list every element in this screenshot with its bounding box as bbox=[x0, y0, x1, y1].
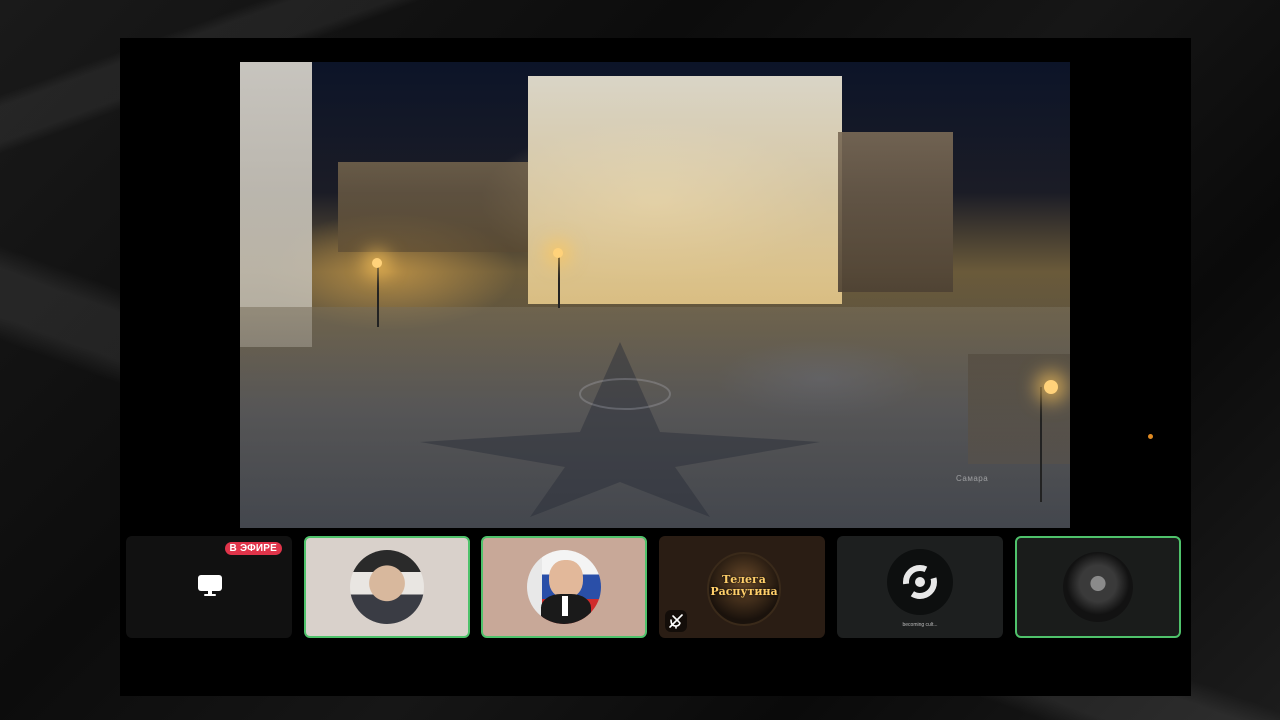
participant-tile-4[interactable]: Телега Распутина bbox=[659, 536, 825, 638]
building-left bbox=[240, 62, 312, 347]
swirl-logo bbox=[903, 565, 937, 599]
mic-off-icon bbox=[665, 610, 687, 632]
participant-tile-5[interactable]: becoming cult... bbox=[837, 536, 1003, 638]
lamp-pole bbox=[377, 262, 379, 327]
street-lamp bbox=[372, 258, 382, 268]
lamp-pole bbox=[558, 252, 560, 308]
avatar-caption: becoming cult... bbox=[902, 622, 938, 628]
participant-tile-2[interactable] bbox=[304, 536, 470, 638]
building-right bbox=[838, 132, 953, 292]
building-distant bbox=[338, 162, 528, 252]
street-lamp bbox=[553, 248, 563, 258]
main-video-feed[interactable]: Самара bbox=[240, 62, 1070, 528]
building-main bbox=[528, 76, 842, 304]
lamp-pole bbox=[1040, 387, 1042, 502]
avatar bbox=[350, 550, 424, 624]
camera-watermark: Самара bbox=[956, 474, 989, 483]
plaza-star bbox=[420, 342, 820, 517]
avatar bbox=[527, 550, 601, 624]
avatar bbox=[887, 549, 953, 615]
participant-tile-screen-share[interactable]: В ЭФИРЕ bbox=[126, 536, 292, 638]
participant-tile-3[interactable] bbox=[481, 536, 647, 638]
avatar bbox=[1063, 552, 1133, 622]
monitor-icon bbox=[198, 575, 222, 596]
accent-dot bbox=[1148, 434, 1153, 439]
participant-tile-6[interactable] bbox=[1015, 536, 1181, 638]
channel-logo: Телега Распутина bbox=[707, 552, 781, 626]
street-lamp bbox=[1044, 380, 1058, 394]
channel-logo-text: Телега Распутина bbox=[710, 573, 778, 598]
live-badge: В ЭФИРЕ bbox=[224, 542, 282, 555]
